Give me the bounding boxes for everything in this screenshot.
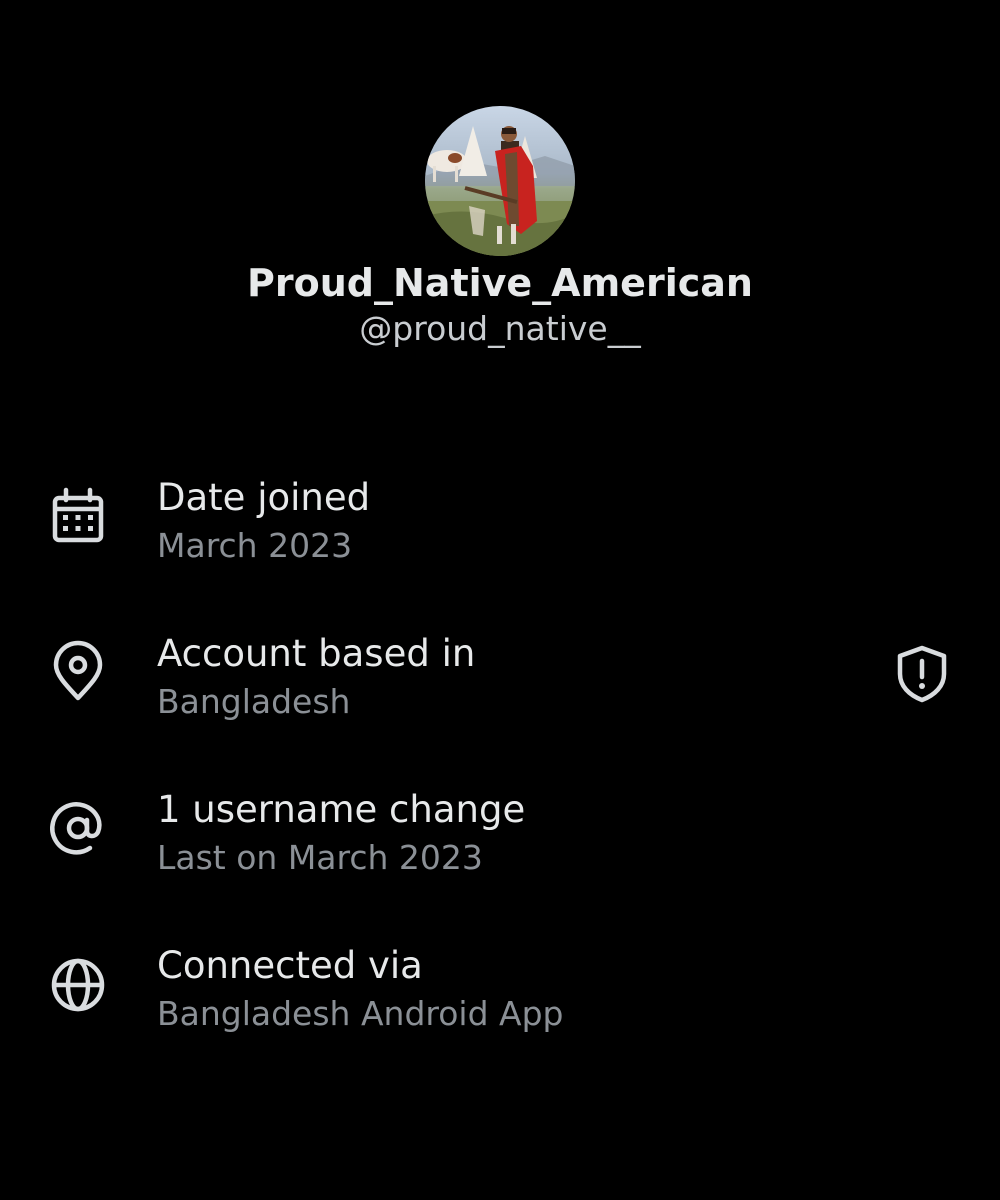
calendar-icon [46, 484, 110, 548]
row-title: Account based in [157, 632, 476, 675]
row-subtitle: Bangladesh Android App [157, 994, 564, 1033]
username-handle: @proud_native__ [359, 309, 641, 348]
avatar[interactable] [425, 106, 575, 256]
row-title: Date joined [157, 476, 371, 519]
row-title: Connected via [157, 944, 423, 987]
row-subtitle: March 2023 [157, 526, 353, 565]
display-name: Proud_Native_American [247, 261, 753, 305]
row-title: 1 username change [157, 788, 526, 831]
row-account-based-in: Account based in Bangladesh [0, 630, 1000, 740]
row-username-changes: 1 username change Last on March 2023 [0, 786, 1000, 896]
row-connected-via: Connected via Bangladesh Android App [0, 942, 1000, 1052]
globe-icon [46, 952, 110, 1016]
shield-alert-icon[interactable] [890, 642, 954, 706]
row-subtitle: Bangladesh [157, 682, 351, 721]
row-subtitle: Last on March 2023 [157, 838, 483, 877]
at-sign-icon [46, 796, 110, 860]
location-pin-icon [46, 640, 110, 704]
row-date-joined: Date joined March 2023 [0, 474, 1000, 584]
